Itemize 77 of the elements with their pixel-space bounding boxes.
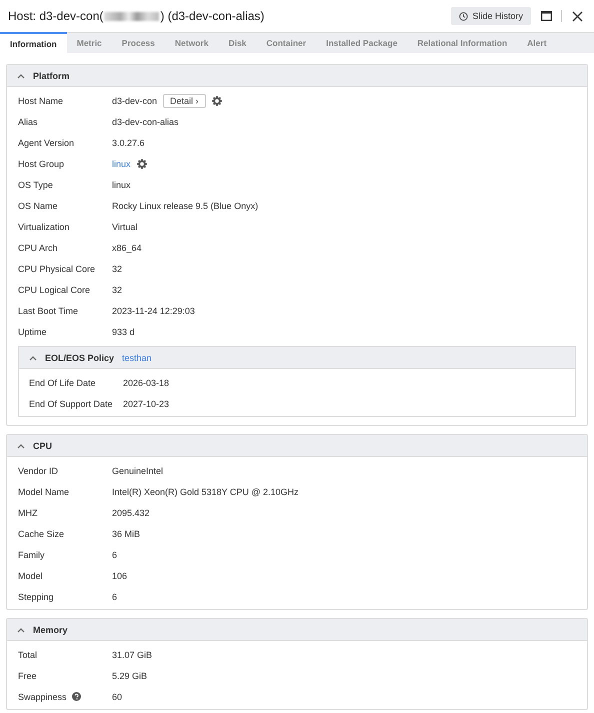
field-label: Free [18,670,37,680]
redacted-mark [104,12,160,20]
field-value: 2095.432 [112,508,150,518]
field-value: Rocky Linux release 9.5 (Blue Onyx) [112,200,258,210]
section-title: CPU [33,440,52,450]
field-value: 2026-03-18 [123,378,170,388]
tab[interactable]: Alert [517,33,557,53]
field-label: Host Name [18,96,64,106]
field-value: 5.29 GiB [112,670,148,680]
policy-link[interactable]: testhan [122,352,152,362]
field-label: Model Name [18,486,70,496]
section-title: EOL/EOS Policy [45,352,114,362]
detail-button[interactable]: Detail › [163,94,206,108]
settings-icon[interactable] [212,96,222,106]
window-title: ) (d3-dev-con-alias) [160,9,264,23]
field-value: Virtual [112,222,138,232]
field-value: x86_64 [112,242,142,252]
collapse-icon[interactable] [17,442,25,448]
field-label: Swappiness [18,692,67,702]
host-group-link[interactable]: linux [112,158,131,168]
tab[interactable]: Network [164,33,218,53]
field-label: Vendor ID [18,466,58,476]
field-value: 60 [112,692,122,702]
slide-history-button[interactable]: Slide History [451,7,531,25]
collapse-icon[interactable] [29,354,37,360]
field-label: Cache Size [18,528,64,538]
field-label: Virtualization [18,222,70,232]
tab[interactable]: Installed Package [316,33,408,53]
field-label: Stepping [18,592,54,602]
field-value: GenuineIntel [112,466,164,476]
field-value: 6 [112,592,118,602]
field-label: Last Boot Time [18,306,78,316]
field-label: CPU Logical Core [18,284,90,294]
field-label: Alias [18,116,38,126]
field-label: Family [18,550,44,560]
field-value: linux [112,180,131,190]
field-value: 36 MiB [112,528,140,538]
field-label: CPU Arch [18,242,58,252]
field-label: End Of Support Date [29,398,113,408]
field-label: OS Type [18,180,53,190]
settings-icon[interactable] [136,158,147,168]
field-value: 31.07 GiB [112,650,152,660]
field-label: CPU Physical Core [18,264,96,274]
collapse-icon[interactable] [17,72,25,78]
tab[interactable]: Relational Information [407,33,518,53]
field-label: Agent Version [18,138,74,148]
field-label: Uptime [18,326,47,336]
field-label: MHZ [18,508,38,518]
section-title: Platform [33,70,70,80]
field-value: 933 d [112,326,135,336]
tab[interactable]: Process [112,33,165,53]
field-value: 3.0.27.6 [112,138,145,148]
clock-icon [459,12,468,20]
field-label: End Of Life Date [29,378,96,388]
field-value: 2027-10-23 [123,398,170,408]
field-value: 2023-11-24 12:29:03 [112,306,195,316]
field-value: d3-dev-con-alias [112,116,179,126]
window-title: Host: d3-dev-con( [8,9,104,23]
maximize-icon[interactable] [540,11,552,21]
field-value: 32 [112,284,122,294]
field-value: Intel(R) Xeon(R) Gold 5318Y CPU @ 2.10GHz [112,486,299,496]
tab[interactable]: Metric [66,33,112,53]
section-title: Memory [33,624,68,634]
field-value: 6 [112,550,118,560]
field-label: Host Group [18,158,64,168]
help-icon[interactable] [72,692,81,701]
field-value: d3-dev-con [112,96,158,106]
tab[interactable]: Information [0,32,67,53]
field-value: 106 [112,570,128,580]
field-label: OS Name [18,200,58,210]
close-icon[interactable] [572,10,582,22]
field-label: Total [18,650,38,660]
tab[interactable]: Container [256,33,316,53]
tab[interactable]: Disk [218,33,256,53]
field-value: 32 [112,264,122,274]
field-label: Model [18,570,43,580]
collapse-icon[interactable] [17,626,25,632]
